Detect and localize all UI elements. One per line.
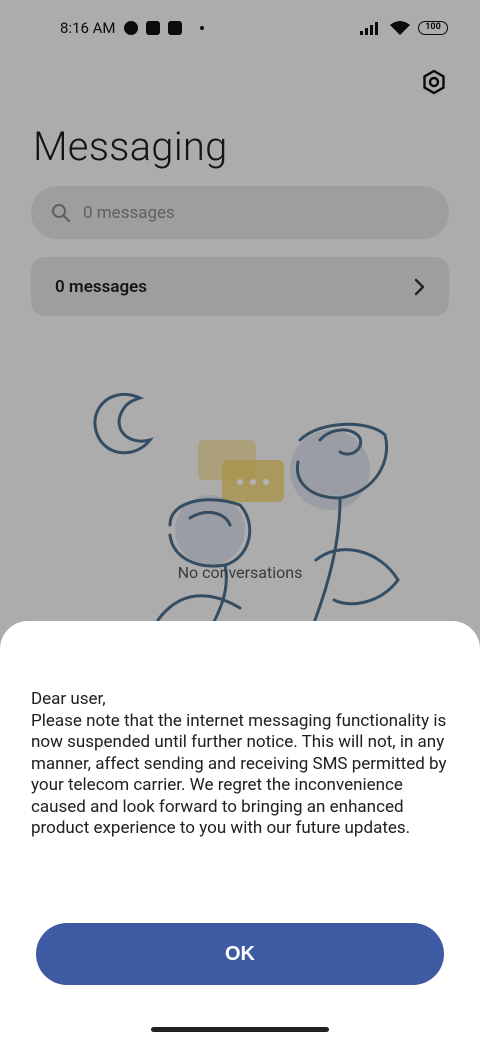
home-indicator[interactable] [151,1027,329,1032]
dialog-message: Dear user, Please note that the internet… [31,689,447,838]
ok-button[interactable]: OK [36,923,444,985]
notice-dialog: Dear user, Please note that the internet… [0,621,480,1040]
